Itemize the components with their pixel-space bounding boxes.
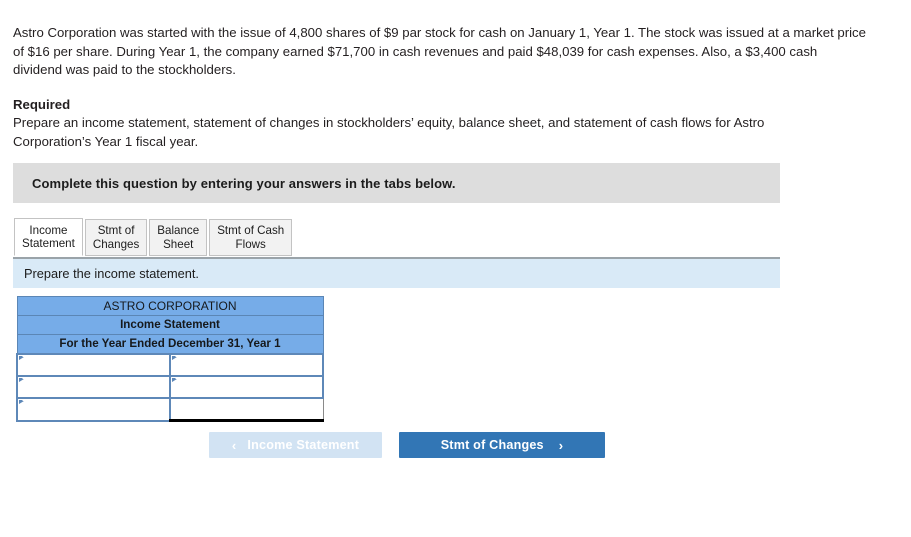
table-title-row: ASTRO CORPORATION	[16, 296, 324, 316]
next-button-label: Stmt of Changes	[440, 438, 544, 452]
statement-name-cell: Income Statement	[16, 315, 324, 335]
table-period-row: For the Year Ended December 31, Year 1	[16, 334, 324, 355]
tab-income-statement-line1: Income	[29, 223, 68, 237]
row-1-amount-input[interactable]	[170, 353, 324, 377]
dropdown-marker-icon	[19, 400, 24, 404]
dropdown-marker-icon	[19, 356, 24, 360]
prev-income-statement-button[interactable]: ‹ Income Statement	[209, 432, 382, 458]
required-text: Prepare an income statement, statement o…	[13, 115, 765, 149]
row-3-label-value	[18, 399, 169, 420]
tab-stmt-of-cash-flows-line2: Flows	[235, 237, 266, 251]
problem-statement: Astro Corporation was started with the i…	[13, 25, 866, 77]
row-2-label-value	[18, 377, 169, 397]
chevron-left-icon: ‹	[231, 437, 237, 453]
table-row	[16, 397, 324, 422]
required-heading: Required	[13, 97, 71, 112]
row-2-amount-input[interactable]	[170, 375, 324, 399]
table-row	[16, 353, 324, 377]
row-2-label-input[interactable]	[16, 375, 171, 399]
statement-period-cell: For the Year Ended December 31, Year 1	[16, 334, 324, 355]
navigation-buttons: ‹ Income Statement Stmt of Changes ›	[209, 432, 605, 458]
tab-instruction-text: Prepare the income statement.	[24, 266, 199, 281]
row-2-amount-value	[171, 377, 322, 397]
tab-balance-sheet[interactable]: Balance Sheet	[149, 219, 208, 256]
table-row	[16, 375, 324, 399]
row-1-amount-value	[171, 355, 322, 375]
tab-stmt-of-cash-flows-line1: Stmt of Cash	[217, 224, 285, 238]
row-3-amount-input[interactable]	[169, 397, 324, 422]
tab-stmt-of-changes-line1: Stmt of	[97, 224, 135, 238]
tab-balance-sheet-line1: Balance	[157, 224, 200, 238]
tab-balance-sheet-line2: Sheet	[163, 237, 194, 251]
row-1-label-input[interactable]	[16, 353, 171, 377]
income-statement-table: ASTRO CORPORATION Income Statement For t…	[16, 296, 324, 422]
company-name-cell: ASTRO CORPORATION	[16, 296, 324, 316]
tab-instruction-bar: Prepare the income statement.	[13, 257, 780, 288]
tab-income-statement[interactable]: Income Statement	[14, 218, 83, 256]
next-stmt-of-changes-button[interactable]: Stmt of Changes ›	[399, 432, 605, 458]
tab-stmt-of-changes[interactable]: Stmt of Changes	[84, 219, 148, 256]
row-3-label-input[interactable]	[16, 397, 171, 422]
dropdown-marker-icon	[172, 378, 177, 382]
row-3-amount-value	[171, 399, 323, 419]
tab-stmt-of-changes-line2: Changes	[92, 237, 140, 251]
required-section: Required Prepare an income statement, st…	[13, 96, 843, 151]
chevron-right-icon: ›	[558, 437, 564, 453]
row-1-label-value	[18, 355, 169, 375]
table-subtitle-row: Income Statement	[16, 315, 324, 335]
tab-income-statement-line2: Statement	[22, 237, 75, 250]
instructions-banner: Complete this question by entering your …	[13, 163, 780, 203]
instructions-banner-text: Complete this question by entering your …	[32, 175, 456, 191]
tab-stmt-of-cash-flows[interactable]: Stmt of Cash Flows	[209, 219, 293, 256]
prev-button-label: Income Statement	[247, 438, 360, 452]
dropdown-marker-icon	[19, 378, 24, 382]
dropdown-marker-icon	[172, 356, 177, 360]
statement-tabs: Income Statement Stmt of Changes Balance…	[14, 218, 294, 256]
